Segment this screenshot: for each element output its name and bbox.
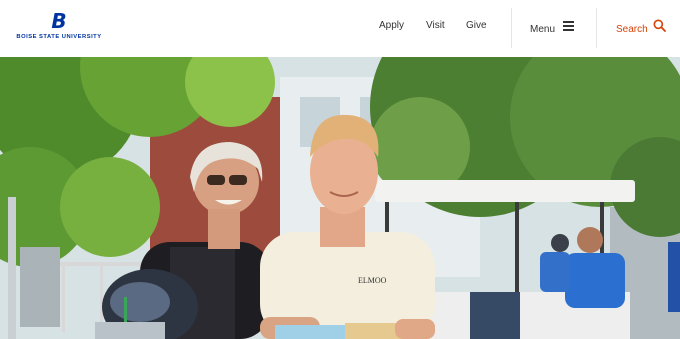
search-button[interactable]: Search (616, 19, 666, 35)
hero-photo: ELMOO (0, 57, 680, 339)
logo-mark-icon: B (51, 9, 67, 33)
search-label: Search (616, 24, 648, 35)
nav-apply[interactable]: Apply (379, 19, 404, 33)
header-divider (596, 8, 597, 48)
logo-wordmark: BOISE STATE UNIVERSITY (16, 34, 102, 40)
search-icon (653, 19, 666, 32)
university-logo[interactable]: B BOISE STATE UNIVERSITY (9, 11, 109, 43)
nav-visit[interactable]: Visit (426, 19, 445, 33)
site-header: B BOISE STATE UNIVERSITY Apply Visit Giv… (0, 0, 680, 58)
hamburger-icon (563, 20, 574, 31)
menu-label: Menu (530, 24, 556, 35)
hero-image: ELMOO (0, 57, 680, 339)
nav-give[interactable]: Give (466, 19, 487, 33)
header-divider (511, 8, 512, 48)
menu-button[interactable]: Menu (530, 19, 574, 35)
shirt-text: ELMOO (358, 276, 387, 285)
